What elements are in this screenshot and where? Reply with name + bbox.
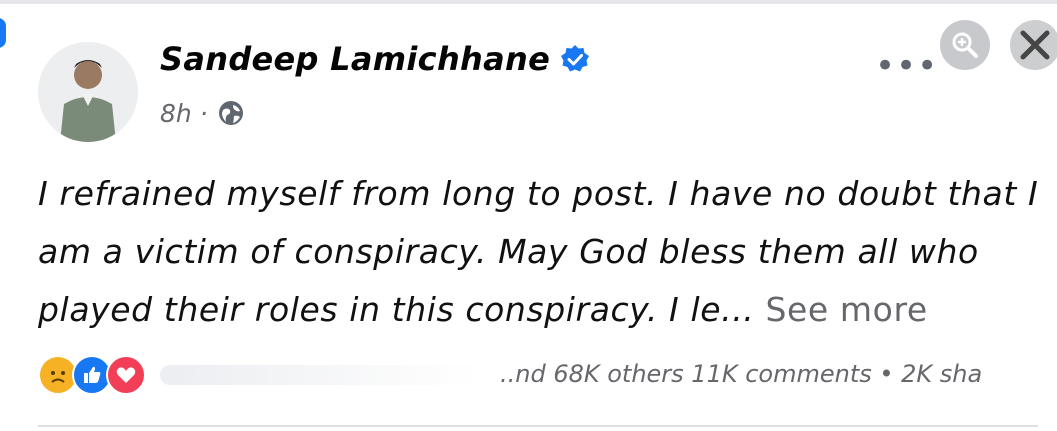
avatar[interactable] bbox=[38, 42, 138, 142]
post-meta: 8h · bbox=[160, 98, 246, 128]
zoom-button[interactable] bbox=[940, 20, 990, 70]
post-card: Sandeep Lamichhane 8h · ••• I refrained … bbox=[0, 0, 1057, 431]
meta-separator: · bbox=[199, 98, 208, 128]
zoom-in-icon bbox=[952, 32, 978, 58]
author-name-row[interactable]: Sandeep Lamichhane bbox=[160, 40, 590, 78]
top-divider bbox=[0, 0, 1057, 4]
bottom-divider bbox=[38, 425, 1038, 427]
engagement-counts[interactable]: ..nd 68K others 11K comments • 2K sha bbox=[500, 360, 1057, 388]
verified-badge-icon bbox=[561, 45, 590, 72]
left-edge-indicator bbox=[0, 18, 6, 48]
globe-icon[interactable] bbox=[216, 98, 246, 128]
see-more-link[interactable]: See more bbox=[765, 290, 927, 329]
close-button[interactable] bbox=[1010, 20, 1057, 70]
author-name[interactable]: Sandeep Lamichhane bbox=[160, 40, 550, 78]
more-options-button[interactable]: ••• bbox=[875, 46, 938, 86]
love-reaction-icon bbox=[106, 355, 146, 395]
post-body: I refrained myself from long to post. I … bbox=[38, 165, 1048, 339]
redacted-names bbox=[160, 365, 480, 385]
post-time[interactable]: 8h bbox=[160, 99, 192, 128]
close-icon bbox=[1020, 30, 1050, 60]
reactions-summary[interactable] bbox=[38, 355, 480, 395]
